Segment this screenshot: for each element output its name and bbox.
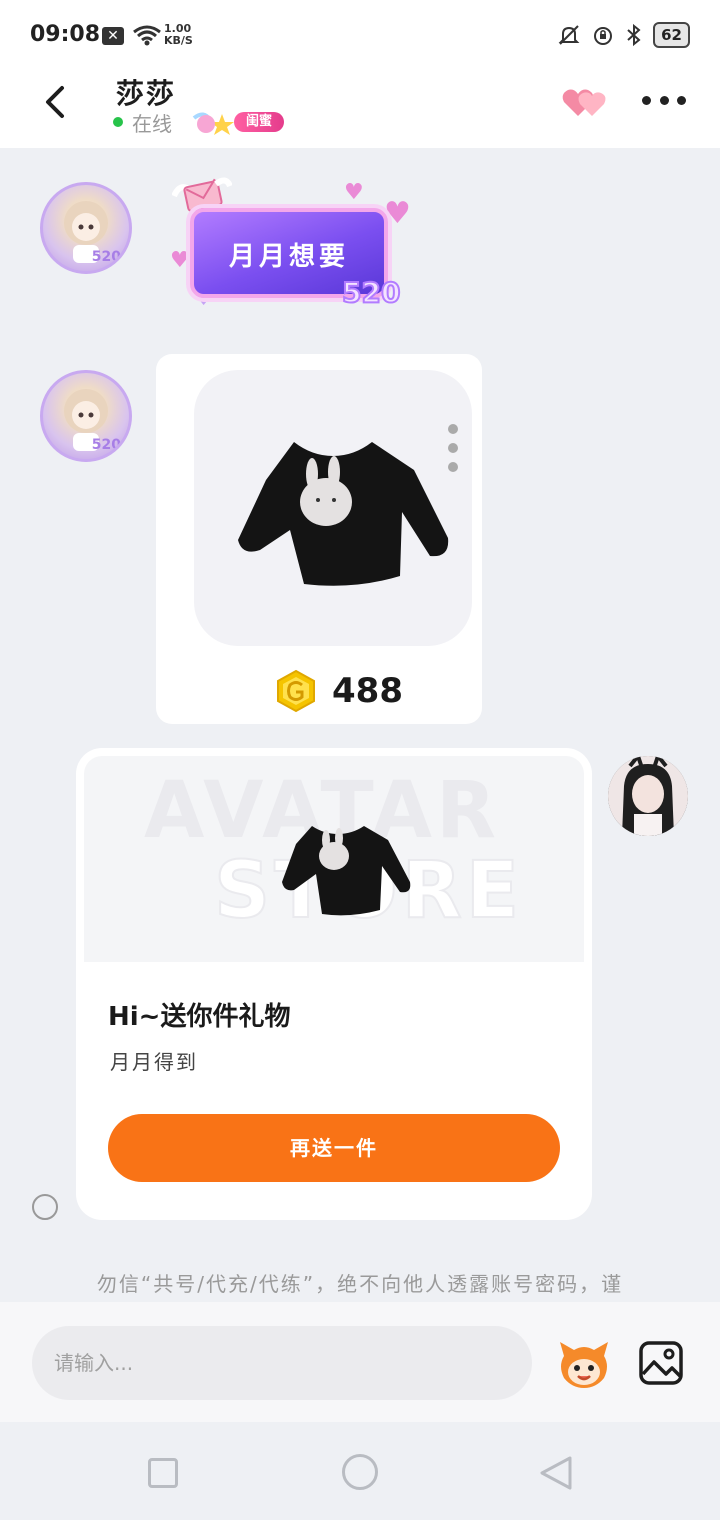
gold-coin-icon <box>277 669 315 713</box>
message-input[interactable] <box>32 1326 532 1400</box>
status-time: 09:08 <box>30 22 101 47</box>
chat-header: 莎莎 在线 闺蜜 <box>0 70 720 148</box>
more-dots-icon[interactable] <box>642 96 686 108</box>
product-price: 488 <box>332 671 403 711</box>
wifi-icon <box>133 25 161 46</box>
sweater-icon <box>282 826 411 916</box>
more-options-icon[interactable] <box>448 424 462 484</box>
input-bar <box>0 1302 720 1422</box>
status-bar: 09:08 ✕ 1.00 KB/S 62 <box>0 0 720 70</box>
status-icons: 62 <box>557 22 690 48</box>
avatar[interactable]: 520 <box>40 182 132 274</box>
avatar[interactable]: 520 <box>40 370 132 462</box>
online-status-dot <box>113 117 123 127</box>
image-gallery-icon[interactable] <box>638 1340 684 1386</box>
safety-notice: 勿信“共号/代充/代练”，绝不向他人透露账号密码，谨 <box>96 1272 624 1296</box>
contact-name[interactable]: 莎莎 <box>116 72 176 112</box>
bell-muted-icon <box>558 25 580 45</box>
send-another-button[interactable]: 再送一件 <box>108 1114 560 1182</box>
home-circle-icon[interactable] <box>342 1454 378 1490</box>
network-speed: 1.00 KB/S <box>164 23 193 47</box>
system-nav-bar <box>0 1422 720 1520</box>
avatar-badge: 520 <box>91 437 121 453</box>
back-triangle-icon[interactable] <box>538 1454 574 1492</box>
gift-subtitle: 月月得到 <box>110 1050 198 1074</box>
gift-image[interactable]: AVATAR STORE <box>84 756 584 962</box>
wish-text: 月月想要 <box>228 242 349 272</box>
x-notification-icon: ✕ <box>102 27 124 45</box>
avatar-badge: 520 <box>91 249 121 265</box>
product-image[interactable] <box>194 370 472 646</box>
alarm-icon <box>594 27 613 45</box>
gift-title: Hi~送你件礼物 <box>108 1002 291 1032</box>
network-speed-unit: KB/S <box>164 34 193 47</box>
my-avatar[interactable] <box>608 756 688 836</box>
hearts-icon[interactable] <box>560 82 610 122</box>
wish-badge-number: 520 <box>341 275 401 310</box>
avatar-girl-icon <box>608 756 688 836</box>
heart-decoration-icon: ♥ <box>344 180 364 205</box>
heart-decoration-icon: ♥ <box>384 196 411 231</box>
price-row: 488 <box>274 666 403 716</box>
gift-message-card[interactable]: AVATAR STORE Hi~送你件礼物 月月得到 再送一件 <box>76 748 592 1220</box>
emoji-mascot-icon[interactable] <box>556 1338 612 1390</box>
relationship-tag: 闺蜜 <box>234 112 285 132</box>
sweater-icon <box>238 442 449 586</box>
battery-icon: 62 <box>653 22 690 48</box>
product-message-card[interactable]: 488 <box>156 354 482 724</box>
select-message-radio[interactable] <box>32 1194 58 1220</box>
back-arrow-icon[interactable] <box>38 84 74 120</box>
heart-decoration-icon: ♥ <box>170 248 190 273</box>
recent-apps-square-icon[interactable] <box>148 1458 178 1488</box>
online-status-text: 在线 <box>132 112 172 136</box>
bluetooth-icon <box>627 23 641 47</box>
